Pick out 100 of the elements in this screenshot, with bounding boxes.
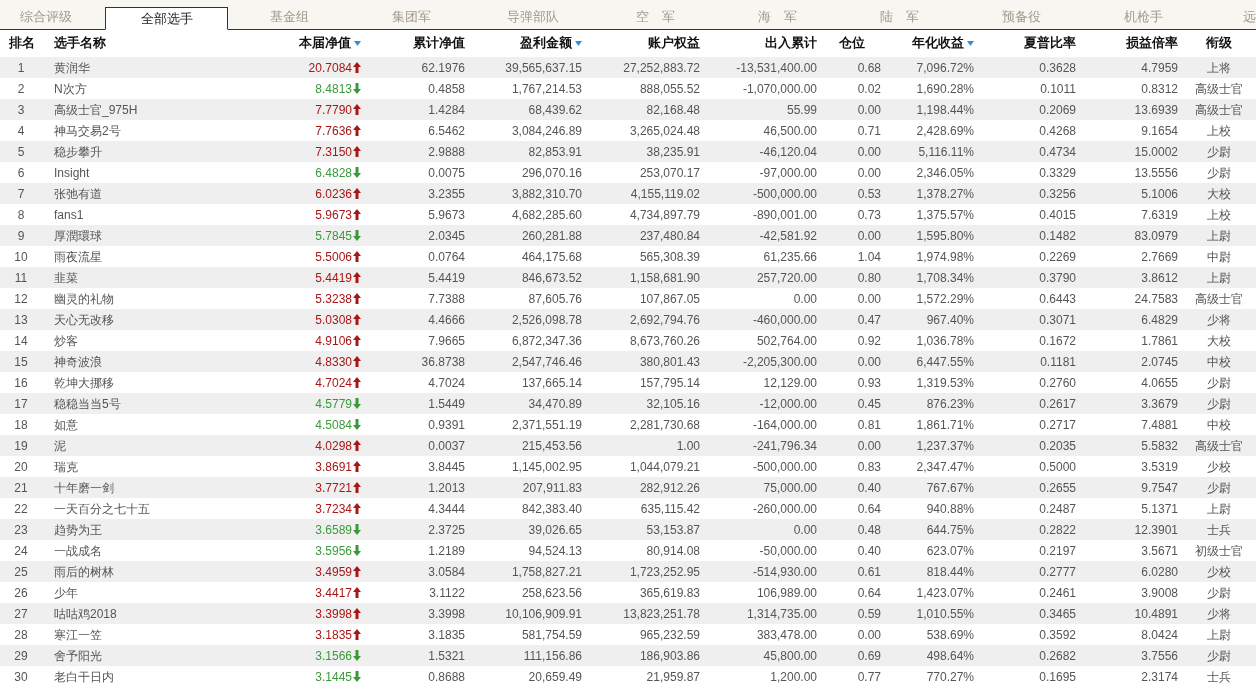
table-cell: 2,692,794.76 <box>629 312 700 327</box>
table-cell: 9.7547 <box>1141 480 1178 495</box>
sort-icon[interactable] <box>575 41 582 47</box>
table-cell: 4,155,119.02 <box>630 186 700 201</box>
table-cell: 498.64% <box>926 648 974 663</box>
tab[interactable]: 机枪手 <box>1082 5 1204 30</box>
table-cell: 5,116.11% <box>918 144 974 159</box>
table-cell: 一战成名 <box>54 543 102 558</box>
table-cell-text: 3.5956 <box>315 542 352 560</box>
table-cell: 5.5832 <box>1141 438 1178 453</box>
table-cell: -97,000.00 <box>759 165 817 180</box>
tab[interactable]: 导弹部队 <box>472 5 594 30</box>
table-cell: 0.4734 <box>1039 144 1076 159</box>
table-cell: 0.00 <box>857 438 881 453</box>
table-cell: 2,526,098.78 <box>511 312 582 327</box>
table-cell: 18 <box>14 417 28 432</box>
table-cell: 0.93 <box>857 375 881 390</box>
table-cell: 0.64 <box>857 585 881 600</box>
table-cell: 韭菜 <box>54 270 78 285</box>
table-cell: 稳步攀升 <box>54 144 102 159</box>
table-cell: 12 <box>14 291 28 306</box>
table-cell: fans1 <box>54 207 84 222</box>
table-cell: 少尉 <box>1207 144 1231 159</box>
table-cell: 神马交易2号 <box>54 123 121 138</box>
table-cell-text: 4.7024 <box>315 374 352 392</box>
table-cell: 0.1672 <box>1039 333 1076 348</box>
table-cell: 75,000.00 <box>763 480 817 495</box>
table-cell: 644.75% <box>926 522 974 537</box>
table-cell: 0.8312 <box>1141 81 1178 96</box>
table-cell: -514,930.00 <box>752 564 817 579</box>
sort-icon[interactable] <box>967 41 974 47</box>
table-cell: 6.5462 <box>428 123 465 138</box>
table-cell: 2 <box>17 81 25 96</box>
table-cell: 2.0345 <box>428 228 465 243</box>
table-cell: 少校 <box>1207 459 1231 474</box>
table-cell: 3.0584 <box>428 564 465 579</box>
sort-icon[interactable] <box>354 41 361 47</box>
table-cell: 1,237.37% <box>916 438 974 453</box>
table-cell: 上将 <box>1207 60 1231 75</box>
table-cell: 3.5319 <box>1141 459 1178 474</box>
table-cell: 4,734,897.79 <box>629 207 700 222</box>
table-cell: 61,235.66 <box>763 249 817 264</box>
column-header: 夏普比率 <box>978 30 1080 57</box>
table-cell-text: 6.4828 <box>315 164 352 182</box>
table-cell: -46,120.04 <box>759 144 817 159</box>
table-cell: 8.0424 <box>1141 627 1178 642</box>
table-cell: -500,000.00 <box>752 186 817 201</box>
table-cell: -42,581.92 <box>759 228 817 243</box>
tab[interactable]: 陆 军 <box>838 5 960 30</box>
table-cell: 1.2189 <box>428 543 465 558</box>
tab[interactable]: 预备役 <box>960 5 1082 30</box>
column-header[interactable]: 年化收益 <box>885 30 978 57</box>
table-cell: 6.0280 <box>1141 564 1178 579</box>
column-header[interactable]: 本届净值 <box>237 30 364 57</box>
tab[interactable]: 基金组 <box>228 5 350 30</box>
tab[interactable]: 海 军 <box>716 5 838 30</box>
table-cell: 1.5321 <box>428 648 465 663</box>
table-cell: 1 <box>17 60 25 75</box>
tab[interactable]: 空 军 <box>594 5 716 30</box>
tab[interactable]: 集团军 <box>350 5 472 30</box>
table-cell: 寒江一笠 <box>54 627 102 642</box>
table-cell: -50,000.00 <box>759 543 817 558</box>
table-cell: 0.0764 <box>428 249 465 264</box>
table-cell: 少尉 <box>1207 396 1231 411</box>
table-cell: 26 <box>14 585 28 600</box>
table-cell: 3.3998 <box>428 606 465 621</box>
table-cell: 0.59 <box>857 606 881 621</box>
table-cell: 1,145,002.95 <box>511 459 582 474</box>
table-cell: 82,853.91 <box>528 144 582 159</box>
table-cell: 0.3628 <box>1039 60 1076 75</box>
table-cell: 0.9391 <box>428 417 465 432</box>
table-cell: 0.3329 <box>1039 165 1076 180</box>
table-cell: 0.92 <box>857 333 881 348</box>
column-header: 出入累计 <box>704 30 821 57</box>
table-cell-text: 20.7084 <box>308 59 352 77</box>
table-cell: 舍予阳光 <box>54 648 102 663</box>
column-header[interactable]: 盈利金额 <box>469 30 586 57</box>
table-cell: 0.47 <box>857 312 881 327</box>
table-cell: 106,989.00 <box>756 585 817 600</box>
table-cell: 365,619.83 <box>639 585 700 600</box>
table-cell: 1,319.53% <box>916 375 974 390</box>
table-cell: 767.67% <box>926 480 974 495</box>
table-cell: 大校 <box>1207 333 1231 348</box>
tab[interactable]: 全部选手 <box>105 7 228 30</box>
table-cell: 上校 <box>1207 123 1231 138</box>
table-cell: 7.9665 <box>428 333 465 348</box>
table-cell: 3,265,024.48 <box>629 123 700 138</box>
tab[interactable]: 远 <box>1204 5 1256 30</box>
table-cell: 1,423.07% <box>916 585 974 600</box>
table-cell: 士兵 <box>1207 522 1231 537</box>
table-cell: 0.2682 <box>1039 648 1076 663</box>
table-cell: 157,795.14 <box>639 375 700 390</box>
table-cell: 0.53 <box>857 186 881 201</box>
table-cell: 46,500.00 <box>763 123 817 138</box>
table-cell: 1,708.34% <box>916 270 974 285</box>
tab[interactable]: 综合评级 <box>0 5 105 30</box>
table-cell: 0.00 <box>857 627 881 642</box>
table-cell: -164,000.00 <box>752 417 817 432</box>
table-cell: 1,200.00 <box>770 669 817 684</box>
table-cell: 0.4858 <box>428 81 465 96</box>
